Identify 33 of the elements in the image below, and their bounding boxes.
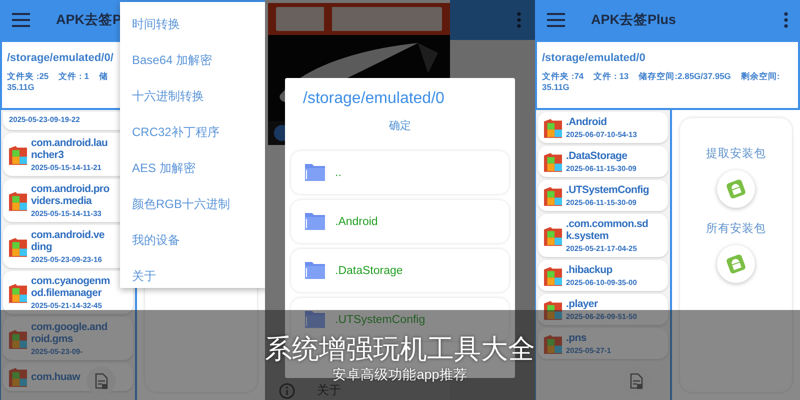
file-name: com.android.pro viders.media xyxy=(31,183,110,207)
banner-title: 系统增强玩机工具大全 xyxy=(265,334,535,364)
file-name: com.google.and roid.gms xyxy=(31,321,108,345)
file-name: .com.common.sd k.system xyxy=(566,218,648,242)
app-title: APK去签Plus xyxy=(591,11,676,29)
file-name: .UTSystemConfig xyxy=(566,184,650,196)
file-name: .hibackup xyxy=(566,264,612,276)
stat-label: 剩余空间: xyxy=(740,71,780,83)
stat-label: 文件 : 13 xyxy=(594,71,629,83)
file-name: .player xyxy=(566,298,598,310)
folder-name: .UTSystemConfig xyxy=(335,314,426,326)
folder-name: .. xyxy=(335,166,342,178)
action-label: 所有安装包 xyxy=(706,222,766,236)
action-label: 提取安装包 xyxy=(706,146,766,161)
stat-label: 文件 : 1 xyxy=(58,71,89,83)
stat-label: 文件夹 :25 xyxy=(7,71,49,83)
stat-label: 储存空间:2.85G/37.95G xyxy=(638,71,731,83)
free-space-label: 35.11G xyxy=(542,83,570,92)
path-label: /storage/emulated/0/ xyxy=(7,52,114,64)
file-name: .Android xyxy=(566,116,607,128)
folder-name: .DataStorage xyxy=(335,264,403,276)
stat-label: 储 xyxy=(98,71,108,83)
file-name: com.android.lau ncher3 xyxy=(31,137,108,161)
free-space-label: 35.11G xyxy=(7,83,36,92)
file-name: com.huaw xyxy=(31,371,80,383)
folder-name: .Android xyxy=(335,216,378,228)
dialog-title: /storage/emulated/0 xyxy=(302,89,446,108)
file-name: com.cyanogenm od.filemanager xyxy=(31,275,110,299)
file-name: .DataStorage xyxy=(566,150,628,162)
file-name: com.android.ve ding xyxy=(31,229,104,253)
stat-label: 文件夹 :74 xyxy=(542,71,584,83)
file-name: .pns xyxy=(566,332,586,344)
path-label: /storage/emulated/0 xyxy=(542,52,646,64)
